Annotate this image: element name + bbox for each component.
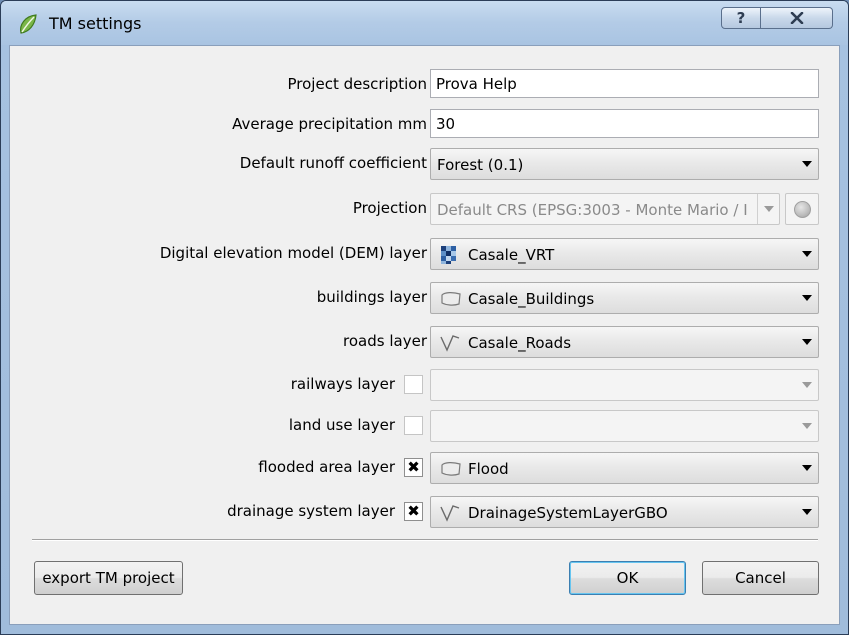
row-flooded: flooded area layer ✖ Flood xyxy=(10,452,839,484)
chevron-down-icon xyxy=(796,370,818,400)
projection-value: Default CRS (EPSG:3003 - Monte Mario / I xyxy=(437,201,748,219)
flooded-value: Flood xyxy=(468,460,509,478)
avg-precipitation-label: Average precipitation mm xyxy=(232,115,427,133)
crs-select-button xyxy=(785,193,819,225)
raster-layer-icon xyxy=(441,246,456,264)
row-project-description: Project description Prova Help xyxy=(10,69,839,99)
chevron-down-icon[interactable] xyxy=(796,453,818,483)
chevron-down-icon xyxy=(757,194,779,224)
dem-label: Digital elevation model (DEM) layer xyxy=(159,244,427,262)
roads-select[interactable]: Casale_Roads xyxy=(430,326,819,358)
runoff-value: Forest (0.1) xyxy=(437,156,524,174)
drainage-select[interactable]: DrainageSystemLayerGBO xyxy=(430,496,819,528)
flooded-select[interactable]: Flood xyxy=(430,452,819,484)
flooded-label: flooded area layer xyxy=(258,458,395,476)
row-avg-precipitation: Average precipitation mm 30 xyxy=(10,109,839,139)
window-title: TM settings xyxy=(49,14,142,33)
landuse-checkbox[interactable] xyxy=(404,416,423,435)
buildings-value: Casale_Buildings xyxy=(468,290,595,308)
project-description-input[interactable]: Prova Help xyxy=(430,69,819,98)
row-landuse: land use layer xyxy=(10,410,839,442)
polygon-layer-icon xyxy=(441,292,461,306)
drainage-value: DrainageSystemLayerGBO xyxy=(468,504,668,522)
help-button[interactable]: ? xyxy=(721,7,761,29)
railways-checkbox[interactable] xyxy=(404,375,423,394)
project-description-label: Project description xyxy=(287,75,428,93)
qgis-leaf-icon xyxy=(20,14,37,34)
roads-value: Casale_Roads xyxy=(468,334,572,352)
separator xyxy=(32,539,818,541)
row-runoff: Default runoff coefficient Forest (0.1) xyxy=(10,148,839,180)
chevron-down-icon[interactable] xyxy=(796,327,818,357)
drainage-label: drainage system layer xyxy=(227,502,395,520)
chevron-down-icon[interactable] xyxy=(796,239,818,269)
landuse-label: land use layer xyxy=(288,416,395,434)
projection-label: Projection xyxy=(352,199,427,217)
dem-select[interactable]: Casale_VRT xyxy=(430,238,819,270)
row-drainage: drainage system layer ✖ DrainageSystemLa… xyxy=(10,496,839,528)
chevron-down-icon xyxy=(796,411,818,441)
cancel-button[interactable]: Cancel xyxy=(702,561,819,595)
ok-button[interactable]: OK xyxy=(569,561,686,595)
line-layer-icon xyxy=(440,505,460,522)
roads-label: roads layer xyxy=(343,332,427,350)
row-dem: Digital elevation model (DEM) layer Casa… xyxy=(10,238,839,270)
tm-settings-dialog: TM settings ? Project description Prova … xyxy=(0,0,849,635)
line-layer-icon xyxy=(440,335,460,352)
buildings-select[interactable]: Casale_Buildings xyxy=(430,282,819,314)
chevron-down-icon[interactable] xyxy=(796,149,818,179)
runoff-select[interactable]: Forest (0.1) xyxy=(430,148,819,180)
buildings-label: buildings layer xyxy=(316,288,427,306)
row-railways: railways layer xyxy=(10,369,839,401)
dem-value: Casale_VRT xyxy=(468,246,555,264)
close-button[interactable] xyxy=(761,7,833,29)
drainage-checkbox[interactable]: ✖ xyxy=(404,502,423,521)
chevron-down-icon[interactable] xyxy=(796,497,818,527)
row-roads: roads layer Casale_Roads xyxy=(10,326,839,358)
projection-select: Default CRS (EPSG:3003 - Monte Mario / I xyxy=(430,193,780,225)
export-tm-project-button[interactable]: export TM project xyxy=(34,561,183,595)
chevron-down-icon[interactable] xyxy=(796,283,818,313)
polygon-layer-icon xyxy=(441,462,461,476)
railways-select xyxy=(430,369,819,401)
landuse-select xyxy=(430,410,819,442)
railways-label: railways layer xyxy=(290,375,395,393)
title-bar[interactable]: TM settings ? xyxy=(1,1,848,45)
globe-icon xyxy=(794,201,811,218)
row-projection: Projection Default CRS (EPSG:3003 - Mont… xyxy=(10,193,839,225)
row-buildings: buildings layer Casale_Buildings xyxy=(10,282,839,314)
avg-precipitation-input[interactable]: 30 xyxy=(430,109,819,138)
close-icon xyxy=(790,11,803,25)
dialog-body: Project description Prova Help Average p… xyxy=(9,45,840,625)
flooded-checkbox[interactable]: ✖ xyxy=(404,458,423,477)
runoff-label: Default runoff coefficient xyxy=(239,154,427,172)
